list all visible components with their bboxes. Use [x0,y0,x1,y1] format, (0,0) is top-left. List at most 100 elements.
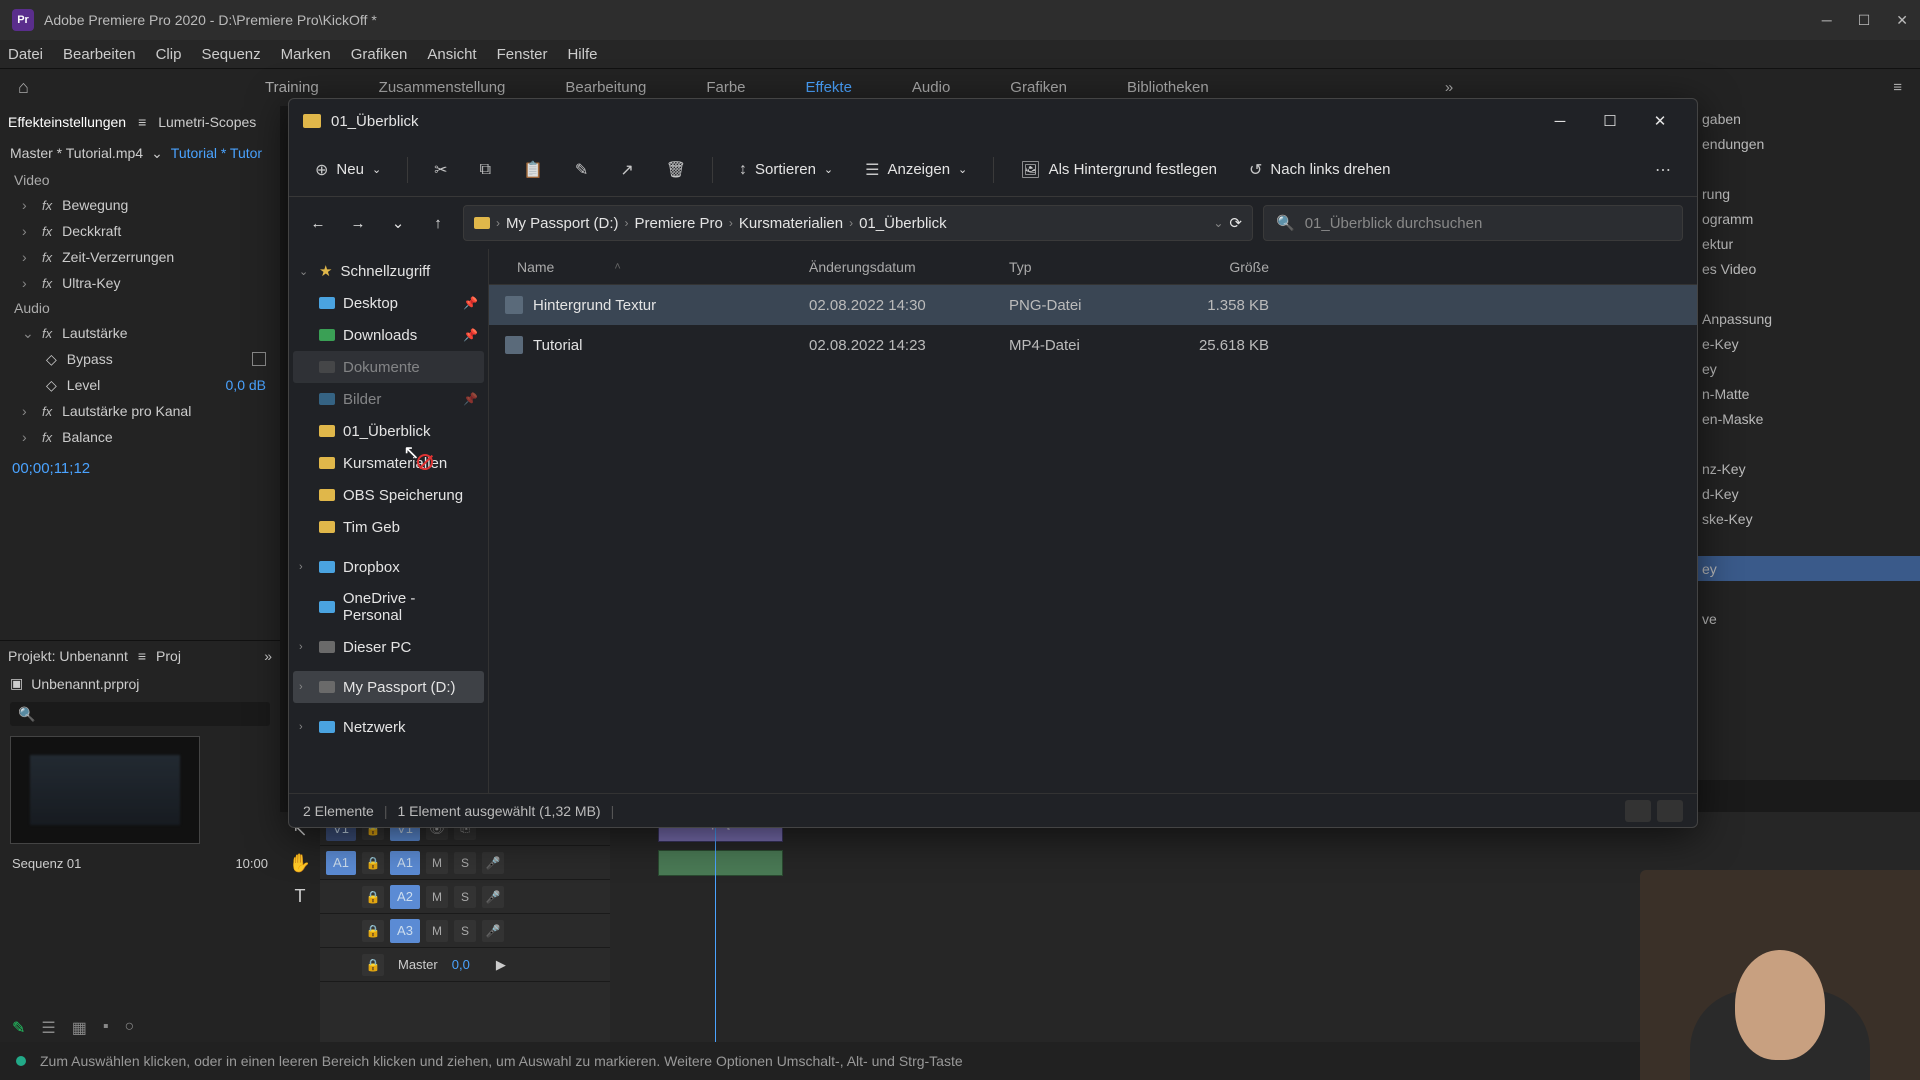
project-search[interactable]: 🔍 [10,702,270,726]
timecode[interactable]: 00;00;11;12 [0,450,280,487]
list-icon[interactable]: ☰ [41,1018,55,1038]
caret-icon[interactable]: › [22,223,32,239]
breadcrumb-segment[interactable]: My Passport (D:) [506,215,619,232]
tree-passport[interactable]: ›My Passport (D:) [293,671,484,703]
effect-item[interactable]: en-Maske [1690,406,1920,431]
refresh-icon[interactable]: ⟳ [1229,214,1242,232]
share-button[interactable]: ↗ [608,152,645,188]
workspace-tab[interactable]: Bearbeitung [565,79,646,96]
delete-button[interactable]: 🗑 [654,152,698,188]
caret-icon[interactable]: › [22,249,32,265]
tree-desktop[interactable]: Desktop📌 [293,287,484,319]
tab-project[interactable]: Projekt: Unbenannt [8,648,128,664]
effect-item[interactable]: rung [1690,181,1920,206]
file-row-selected[interactable]: Hintergrund Textur 02.08.2022 14:30 PNG-… [489,285,1697,325]
keyframe-icon[interactable]: ◇ [46,377,57,394]
effect-item[interactable] [1690,581,1920,606]
fx-name[interactable]: Lautstärke pro Kanal [62,403,191,419]
track-a1-src[interactable]: A1 [326,851,356,875]
effect-item[interactable]: nz-Key [1690,456,1920,481]
minimize-icon[interactable]: ─ [1822,12,1832,29]
paste-button[interactable]: 📋 [511,152,555,188]
playhead[interactable] [715,812,716,1042]
col-size[interactable]: Größe [1169,259,1289,275]
recent-button[interactable]: ⌄ [383,208,413,238]
caret-icon[interactable]: › [22,197,32,213]
pen-icon[interactable]: ✎ [12,1018,25,1038]
menu-item[interactable]: Bearbeiten [63,46,136,63]
panel-menu-icon[interactable]: ≡ [138,648,146,664]
effect-item[interactable]: n-Matte [1690,381,1920,406]
home-icon[interactable]: ⌂ [18,77,29,98]
close-button[interactable]: ✕ [1637,105,1683,137]
tree-this-pc[interactable]: ›Dieser PC [293,631,484,663]
panel-tab[interactable]: Effekteinstellungen [8,114,126,130]
mute-icon[interactable]: M [426,920,448,942]
effect-item[interactable] [1690,281,1920,306]
grid-icon[interactable]: ▦ [72,1018,87,1038]
mic-icon[interactable]: 🎤 [482,886,504,908]
minimize-button[interactable]: ─ [1537,105,1583,137]
tree-network[interactable]: ›Netzwerk [293,711,484,743]
fx-name[interactable]: Deckkraft [62,223,121,239]
file-row[interactable]: Tutorial 02.08.2022 14:23 MP4-Datei 25.6… [489,325,1697,365]
mic-icon[interactable]: 🎤 [482,852,504,874]
solo-icon[interactable]: S [454,920,476,942]
fx-name[interactable]: Lautstärke [62,325,127,341]
track-a1[interactable]: A1 [390,851,420,875]
track-a3[interactable]: A3 [390,919,420,943]
audio-clip[interactable] [658,850,783,876]
tree-folder[interactable]: OBS Speicherung [293,479,484,511]
tree-folder[interactable]: Tim Geb [293,511,484,543]
effect-item[interactable]: es Video [1690,256,1920,281]
tree-quick-access[interactable]: ⌄★Schnellzugriff [293,255,484,287]
track-a2[interactable]: A2 [390,885,420,909]
type-tool-icon[interactable]: T [295,886,306,907]
keyframe-icon[interactable]: ◇ [46,351,57,368]
mute-icon[interactable]: M [426,852,448,874]
effect-item[interactable]: ve [1690,606,1920,631]
workspace-tab[interactable]: Bibliotheken [1127,79,1209,96]
fx-name[interactable]: Bewegung [62,197,128,213]
chevron-down-icon[interactable]: ⌄ [151,145,163,162]
tab-project2[interactable]: Proj [156,648,181,664]
col-name[interactable]: Name˄ [489,259,809,275]
workspace-tab[interactable]: Farbe [706,79,745,96]
auto-icon[interactable]: ○ [125,1018,135,1038]
maximize-icon[interactable]: ☐ [1858,12,1871,29]
back-button[interactable]: ← [303,208,333,238]
rename-button[interactable]: ✎ [563,152,600,188]
master-link[interactable]: Tutorial * Tutor [171,145,262,161]
fx-name[interactable]: Zeit-Verzerrungen [62,249,174,265]
fx-name[interactable]: Ultra-Key [62,275,120,291]
panel-menu-icon[interactable]: ≡ [1893,79,1902,96]
effect-item[interactable]: ektur [1690,231,1920,256]
workspace-tab[interactable]: Zusammenstellung [379,79,506,96]
address-bar[interactable]: › My Passport (D:) › Premiere Pro › Kurs… [463,205,1253,241]
lock-icon[interactable]: 🔒 [362,886,384,908]
menu-item[interactable]: Clip [156,46,182,63]
lock-icon[interactable]: 🔒 [362,920,384,942]
menu-item[interactable]: Sequenz [201,46,260,63]
effect-item[interactable]: gaben [1690,106,1920,131]
solo-icon[interactable]: S [454,852,476,874]
caret-icon[interactable]: › [22,275,32,291]
overflow-icon[interactable]: » [264,648,272,664]
mic-icon[interactable]: 🎤 [482,920,504,942]
caret-icon[interactable]: ⌄ [22,325,32,342]
sequence-thumb[interactable] [10,736,200,844]
bypass-checkbox[interactable] [252,352,266,366]
freeform-icon[interactable]: ▪ [103,1018,109,1038]
breadcrumb-segment[interactable]: Kursmaterialien [739,215,843,232]
mute-icon[interactable]: M [426,886,448,908]
tree-folder[interactable]: Kursmaterialien [293,447,484,479]
menu-item[interactable]: Marken [281,46,331,63]
workspace-tab[interactable]: Training [265,79,319,96]
view-button[interactable]: ☰Anzeigen⌄ [853,152,979,188]
effect-item[interactable] [1690,531,1920,556]
effect-item[interactable] [1690,431,1920,456]
fx-name[interactable]: Balance [62,429,113,445]
lock-icon[interactable]: 🔒 [362,954,384,976]
thumbnails-view-icon[interactable] [1657,800,1683,822]
rotate-left-button[interactable]: ↺Nach links drehen [1237,152,1402,188]
